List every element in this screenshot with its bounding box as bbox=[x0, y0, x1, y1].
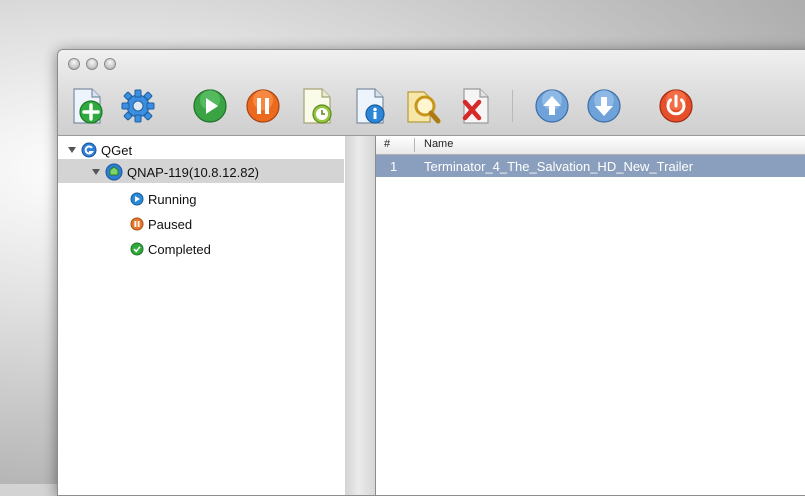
shutdown-button[interactable] bbox=[656, 86, 696, 126]
column-divider[interactable] bbox=[414, 138, 415, 152]
zoom-window-button[interactable] bbox=[104, 58, 116, 70]
magnifier-icon bbox=[407, 91, 441, 124]
tree-item-server[interactable]: QNAP-119(10.8.12.82) bbox=[92, 161, 259, 183]
server-icon bbox=[105, 163, 123, 181]
settings-button[interactable] bbox=[118, 86, 158, 126]
play-icon bbox=[193, 89, 227, 123]
arrow-up-icon bbox=[535, 89, 569, 123]
row-number: 1 bbox=[390, 159, 398, 174]
pause-button[interactable] bbox=[243, 86, 283, 126]
tree-item-paused[interactable]: Paused bbox=[130, 213, 192, 235]
document-plus-icon bbox=[73, 88, 103, 124]
sidebar-scrollbar[interactable] bbox=[345, 136, 376, 495]
table-row[interactable]: 1 Terminator_4_The_Salvation_HD_New_Trai… bbox=[376, 155, 805, 177]
power-icon bbox=[659, 89, 693, 123]
tree-item-completed[interactable]: Completed bbox=[130, 238, 211, 260]
document-delete-icon bbox=[462, 88, 489, 124]
schedule-button[interactable] bbox=[298, 86, 338, 126]
task-table: # Name 1 Terminator_4_The_Salvation_HD_N… bbox=[376, 136, 805, 495]
search-button[interactable] bbox=[403, 86, 443, 126]
running-status-icon bbox=[130, 192, 144, 206]
table-header: # Name bbox=[376, 136, 805, 155]
tree-label: QGet bbox=[101, 142, 133, 158]
minimize-window-button[interactable] bbox=[86, 58, 98, 70]
document-info-icon bbox=[356, 88, 385, 124]
disclosure-triangle-icon[interactable] bbox=[68, 147, 76, 153]
disclosure-triangle-icon[interactable] bbox=[92, 169, 100, 175]
completed-status-icon bbox=[130, 242, 144, 256]
tree-item-running[interactable]: Running bbox=[130, 188, 196, 210]
column-header-name[interactable]: Name bbox=[424, 138, 453, 150]
column-header-number[interactable]: # bbox=[384, 138, 414, 150]
move-up-button[interactable] bbox=[532, 86, 572, 126]
tree-item-qget[interactable]: QGet bbox=[68, 139, 132, 161]
pause-icon bbox=[246, 89, 280, 123]
remove-button[interactable] bbox=[456, 86, 496, 126]
gear-icon bbox=[121, 89, 155, 123]
start-button[interactable] bbox=[190, 86, 230, 126]
toolbar-separator bbox=[512, 90, 513, 122]
paused-status-icon bbox=[130, 217, 144, 231]
tree-label: Completed bbox=[148, 241, 211, 257]
tree-label: Paused bbox=[148, 216, 193, 232]
info-button[interactable] bbox=[351, 86, 391, 126]
tree-label: Running bbox=[148, 191, 197, 207]
arrow-down-icon bbox=[587, 89, 621, 123]
qget-window: QGet QNAP-119(10.8.12.82) Running Paused… bbox=[57, 49, 805, 496]
close-window-button[interactable] bbox=[68, 58, 80, 70]
document-clock-icon bbox=[303, 88, 332, 124]
move-down-button[interactable] bbox=[584, 86, 624, 126]
row-name: Terminator_4_The_Salvation_HD_New_Traile… bbox=[424, 159, 694, 174]
tree-label: QNAP-119(10.8.12.82) bbox=[127, 164, 259, 180]
add-task-button[interactable] bbox=[68, 86, 108, 126]
sidebar-tree bbox=[58, 136, 346, 495]
qget-icon bbox=[81, 142, 97, 158]
title-toolbar bbox=[58, 50, 805, 136]
